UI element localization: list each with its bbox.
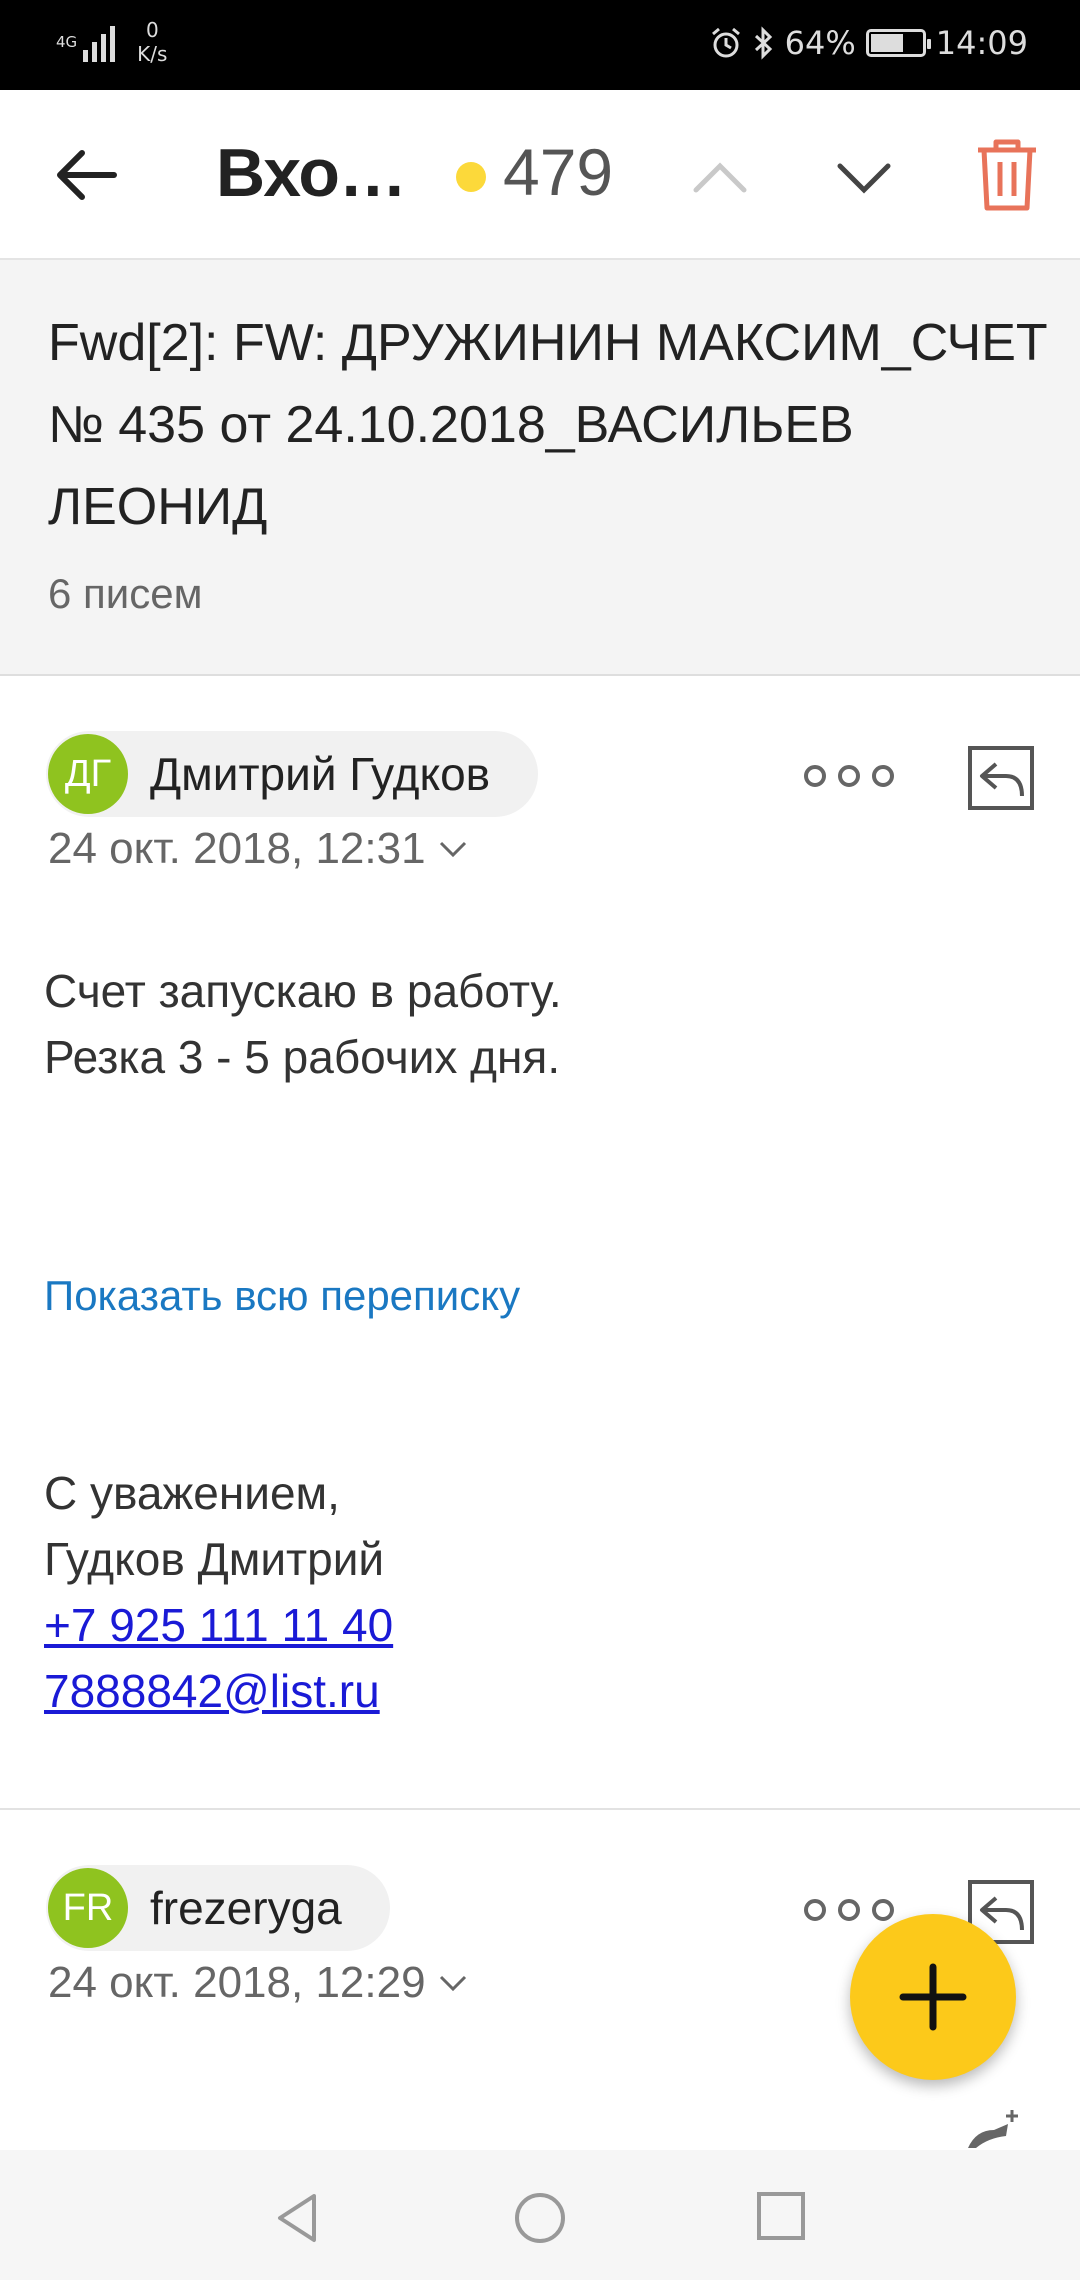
message-date[interactable]: 24 окт. 2018, 12:29 <box>48 1958 468 2008</box>
status-bar: 4G 0 K/s 64% 14:09 <box>0 0 1080 90</box>
signature: С уважением, Гудков Дмитрий +7 925 111 1… <box>44 1460 393 1724</box>
speed-value: 0 <box>145 18 159 42</box>
previous-message-icon[interactable] <box>690 148 750 208</box>
nav-home-icon[interactable] <box>512 2190 568 2246</box>
signature-greeting: С уважением, <box>44 1467 340 1519</box>
status-left: 4G 0 K/s <box>56 18 167 66</box>
network-speed: 0 K/s <box>137 18 167 66</box>
message-body: Счет запускаю в работу. Резка 3 - 5 рабо… <box>44 958 562 1090</box>
nav-back-icon[interactable] <box>270 2190 326 2246</box>
message-date-text: 24 окт. 2018, 12:29 <box>48 1958 426 2007</box>
body-line: Резка 3 - 5 рабочих дня. <box>44 1031 561 1083</box>
system-navigation-bar <box>0 2150 1080 2280</box>
bluetooth-icon <box>754 26 772 60</box>
folder-title[interactable]: Вхо… <box>216 134 407 212</box>
status-right: 64% 14:09 <box>709 24 1028 62</box>
compose-fab-button[interactable] <box>850 1914 1016 2080</box>
body-line: Счет запускаю в работу. <box>44 965 562 1017</box>
avatar: FR <box>48 1868 128 1948</box>
signal-icon <box>83 22 116 62</box>
thread-subject: Fwd[2]: FW: ДРУЖИНИН МАКСИМ_СЧЕТ № 435 о… <box>48 314 1048 536</box>
alarm-icon <box>711 27 740 58</box>
battery-percent: 64% <box>784 24 856 62</box>
reply-icon[interactable] <box>966 742 1036 812</box>
chevron-down-icon <box>439 841 466 858</box>
quick-reply-icon[interactable] <box>964 2108 1024 2152</box>
email-link[interactable]: 7888842@list.ru <box>44 1658 393 1724</box>
unread-count: 479 <box>503 135 614 209</box>
nav-recent-apps-icon[interactable] <box>755 2190 807 2242</box>
phone-link[interactable]: +7 925 111 11 40 <box>44 1592 393 1658</box>
speed-unit: K/s <box>137 42 168 66</box>
sender-name: frezeryga <box>150 1882 342 1934</box>
thread-message-count: 6 писем <box>48 570 203 617</box>
show-all-correspondence-link[interactable]: Показать всю переписку <box>44 1272 520 1320</box>
trash-icon[interactable] <box>972 136 1042 212</box>
battery-icon <box>865 29 931 57</box>
more-options-icon[interactable] <box>804 756 914 796</box>
network-type: 4G <box>56 33 78 51</box>
battery-fill <box>870 34 903 52</box>
avatar: ДГ <box>48 734 128 814</box>
back-arrow-icon[interactable] <box>52 140 122 210</box>
message-divider <box>0 1808 1080 1810</box>
sender-chip[interactable]: ДГ Дмитрий Гудков <box>46 731 539 817</box>
plus-icon <box>899 1963 967 2031</box>
sender-chip[interactable]: FR frezeryga <box>46 1865 390 1951</box>
clock: 14:09 <box>935 24 1028 62</box>
sender-name: Дмитрий Гудков <box>150 748 491 800</box>
message-date-text: 24 окт. 2018, 12:31 <box>48 824 426 873</box>
unread-dot-icon <box>456 162 486 192</box>
chevron-down-icon <box>439 1975 466 1992</box>
thread-header: Fwd[2]: FW: ДРУЖИНИН МАКСИМ_СЧЕТ № 435 о… <box>0 260 1080 676</box>
message-toolbar: Вхо… 479 <box>0 90 1080 260</box>
message-date[interactable]: 24 окт. 2018, 12:31 <box>48 824 468 874</box>
next-message-icon[interactable] <box>834 148 894 208</box>
signature-name: Гудков Дмитрий <box>44 1533 385 1585</box>
